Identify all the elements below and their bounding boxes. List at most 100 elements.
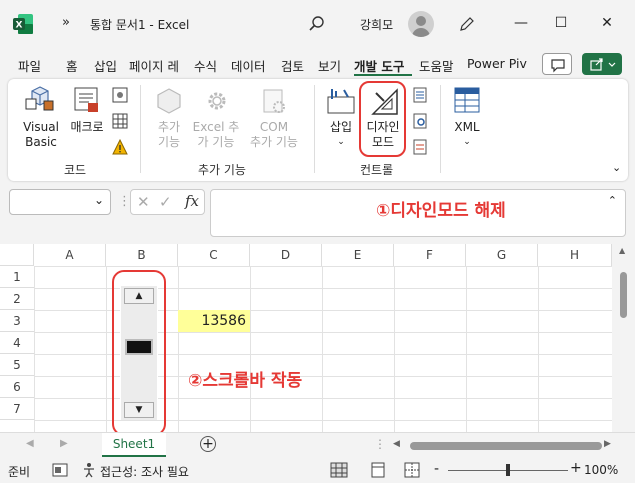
- horizontal-scroll-thumb[interactable]: [410, 442, 602, 450]
- addins-button[interactable]: 추가 기능: [150, 120, 188, 150]
- insert-function-button[interactable]: fx: [185, 192, 199, 210]
- macro-security-icon[interactable]: [112, 139, 128, 155]
- column-header[interactable]: C: [178, 244, 250, 266]
- avatar[interactable]: [408, 11, 434, 37]
- tab-help[interactable]: 도움말: [419, 56, 454, 75]
- relative-reference-icon[interactable]: [112, 113, 128, 129]
- scroll-left-icon[interactable]: ◀: [393, 439, 400, 449]
- row-header[interactable]: [0, 420, 34, 432]
- macro-button[interactable]: 매크로: [66, 120, 108, 135]
- group-separator: [440, 85, 441, 173]
- vertical-scroll-thumb[interactable]: [620, 272, 627, 318]
- addins-icon: [157, 88, 181, 114]
- code-group-label: 코드: [64, 163, 87, 177]
- gear-icon: [208, 92, 226, 110]
- row-header[interactable]: 1: [0, 266, 34, 288]
- sheet-tab[interactable]: Sheet1: [102, 433, 166, 457]
- grid-line: [394, 266, 395, 432]
- tab-split-handle[interactable]: ⋮: [374, 437, 386, 451]
- next-sheet-icon[interactable]: ▶: [60, 438, 68, 449]
- expand-formula-icon[interactable]: ⌃: [608, 194, 617, 207]
- tab-file[interactable]: 파일: [18, 56, 41, 75]
- scrollbar-highlight: [112, 270, 166, 432]
- scroll-up-icon[interactable]: ▲: [619, 246, 625, 255]
- column-header[interactable]: F: [394, 244, 466, 266]
- page-break-view-icon[interactable]: [404, 462, 420, 478]
- add-sheet-button[interactable]: +: [200, 436, 216, 452]
- tab-data[interactable]: 데이터: [231, 56, 266, 75]
- ribbon-panel: Visual Basic 매크로 코드 추가 기능 Excel 추 가 기능 C…: [8, 79, 628, 181]
- tab-developer[interactable]: 개발 도구: [354, 56, 404, 75]
- normal-view-icon[interactable]: [330, 462, 348, 478]
- tab-review[interactable]: 검토: [281, 56, 304, 75]
- column-header[interactable]: G: [466, 244, 538, 266]
- zoom-slider-thumb[interactable]: [506, 464, 510, 476]
- comments-button[interactable]: [542, 53, 572, 75]
- run-dialog-icon[interactable]: [413, 139, 427, 155]
- tab-home[interactable]: 홈: [66, 56, 78, 75]
- cancel-icon[interactable]: ✕: [137, 193, 150, 211]
- row-header[interactable]: 4: [0, 332, 34, 354]
- zoom-in-button[interactable]: +: [570, 460, 582, 476]
- row-header[interactable]: 7: [0, 398, 34, 420]
- column-header[interactable]: H: [538, 244, 612, 266]
- insert-controls-icon: [327, 89, 355, 114]
- annotation-scrollbar-working: ②스크롤바 작동: [188, 371, 303, 391]
- column-header[interactable]: E: [322, 244, 394, 266]
- search-icon[interactable]: [308, 15, 326, 33]
- page-layout-view-icon[interactable]: [370, 462, 386, 478]
- com-addins-button[interactable]: COM 추가 기능: [246, 120, 302, 150]
- row-header[interactable]: 6: [0, 376, 34, 398]
- group-separator: [314, 85, 315, 173]
- chevron-down-icon[interactable]: ⌄: [94, 193, 104, 207]
- share-button[interactable]: [582, 53, 622, 75]
- column-header[interactable]: D: [250, 244, 322, 266]
- tab-view[interactable]: 보기: [318, 56, 341, 75]
- worksheet-grid[interactable]: A B C D E F G H 1 2 3 4 5 6 7 13586 ▲ ▼ …: [0, 244, 635, 432]
- design-mode-highlight: [359, 81, 406, 157]
- select-all-button[interactable]: [0, 244, 34, 266]
- quick-access-more-button[interactable]: »: [62, 15, 70, 30]
- sheet-tab-bar: ◀ ▶ Sheet1 + ⋮ ◀ ▶: [0, 432, 635, 458]
- column-header[interactable]: B: [106, 244, 178, 266]
- excel-addins-label: Excel 추 가 기능: [192, 120, 240, 149]
- visual-basic-button[interactable]: Visual Basic: [22, 120, 60, 150]
- excel-addins-button[interactable]: Excel 추 가 기능: [192, 120, 240, 150]
- properties-icon[interactable]: [413, 87, 427, 103]
- column-header[interactable]: A: [34, 244, 106, 266]
- cell-c3[interactable]: 13586: [178, 310, 250, 332]
- minimize-button[interactable]: —: [506, 10, 536, 36]
- maximize-button[interactable]: ☐: [546, 10, 576, 36]
- zoom-level[interactable]: 100%: [584, 463, 618, 477]
- visual-basic-icon: [25, 86, 54, 111]
- tab-insert[interactable]: 삽입: [94, 56, 117, 75]
- accessibility-icon[interactable]: [82, 462, 98, 478]
- grid-line: [178, 266, 179, 432]
- view-code-icon[interactable]: [413, 113, 427, 129]
- row-header[interactable]: 5: [0, 354, 34, 376]
- xml-button[interactable]: XML ⌄: [448, 120, 486, 150]
- ribbon-tabs: 파일 홈 삽입 페이지 레 수식 데이터 검토 보기 개발 도구 도움말 Pow…: [0, 50, 635, 78]
- com-addins-icon: [263, 89, 285, 113]
- zoom-out-button[interactable]: -: [434, 461, 439, 477]
- tab-formulas[interactable]: 수식: [194, 56, 217, 75]
- name-box[interactable]: ⌄: [9, 189, 111, 215]
- close-button[interactable]: ✕: [592, 10, 622, 36]
- record-macro-icon[interactable]: [112, 87, 128, 103]
- enter-icon[interactable]: ✓: [159, 193, 172, 211]
- prev-sheet-icon[interactable]: ◀: [26, 438, 34, 449]
- pen-icon[interactable]: [458, 15, 476, 33]
- collapse-ribbon-icon[interactable]: ⌄: [612, 161, 621, 174]
- insert-control-button[interactable]: 삽입 ⌄: [324, 120, 358, 150]
- vertical-scrollbar[interactable]: ▲: [612, 244, 635, 432]
- macro-icon: [74, 87, 98, 112]
- row-header[interactable]: 3: [0, 310, 34, 332]
- accessibility-status[interactable]: 접근성: 조사 필요: [100, 463, 189, 480]
- tab-power-pivot[interactable]: Power Piv: [467, 56, 527, 71]
- addins-label: 추가 기능: [157, 120, 181, 149]
- row-header[interactable]: 2: [0, 288, 34, 310]
- macro-record-status-icon[interactable]: [52, 463, 68, 477]
- status-bar: 준비 접근성: 조사 필요 - + 100%: [0, 458, 635, 483]
- scroll-right-icon[interactable]: ▶: [604, 439, 611, 449]
- tab-page-layout[interactable]: 페이지 레: [129, 56, 179, 75]
